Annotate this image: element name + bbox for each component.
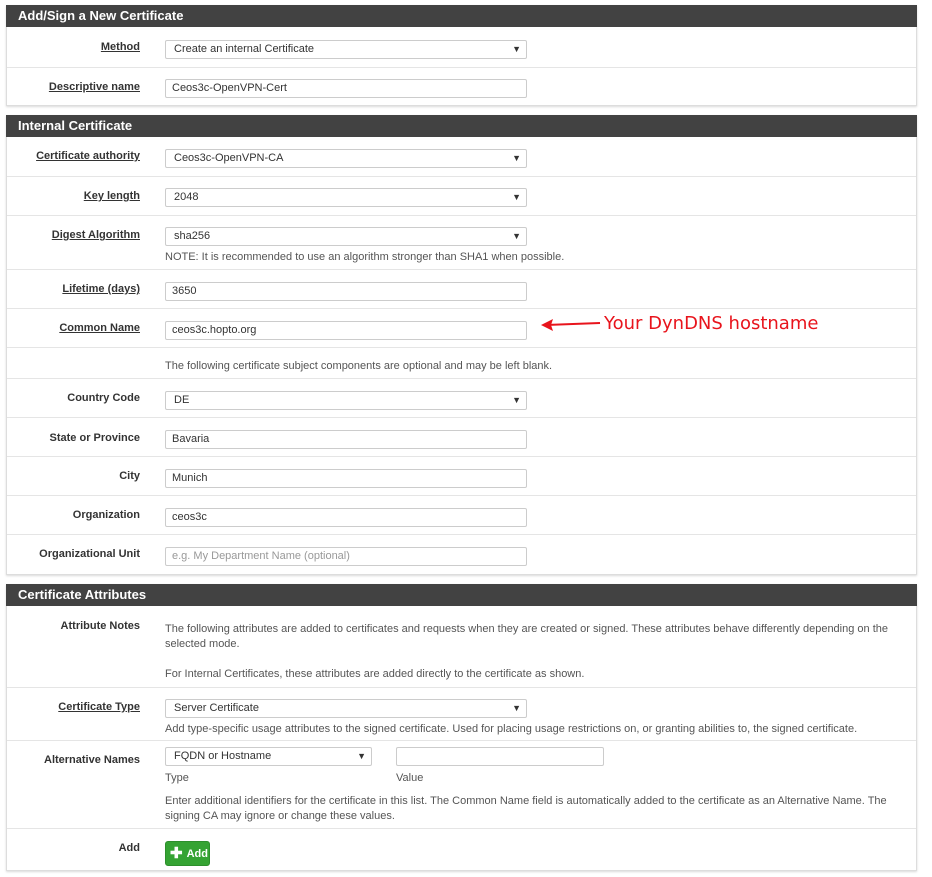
ca-row: Certificate authority Ceos3c-OpenVPN-CA …	[7, 137, 916, 176]
optional-note-row: The following certificate subject compon…	[7, 347, 916, 379]
country-label: Country Code	[67, 392, 140, 404]
alt-type-select[interactable]: FQDN or Hostname ▼	[165, 747, 372, 766]
country-row: Country Code DE ▼	[7, 378, 916, 418]
key-length-label: Key length	[83, 190, 140, 202]
common-name-label: Common Name	[59, 322, 140, 334]
city-row: City Munich	[7, 456, 916, 496]
panel-title: Internal Certificate	[6, 115, 917, 137]
attribute-notes-help-2: For Internal Certificates, these attribu…	[165, 668, 585, 680]
chevron-down-icon: ▼	[357, 751, 366, 761]
certificate-type-help: Add type-specific usage attributes to th…	[165, 723, 858, 735]
common-name-input[interactable]: ceos3c.hopto.org	[165, 321, 527, 340]
alt-value-input[interactable]	[396, 747, 604, 766]
organization-label: Organization	[72, 509, 140, 521]
chevron-down-icon: ▼	[512, 231, 521, 241]
add-button[interactable]: ✚ Add	[165, 841, 210, 866]
dyndns-annotation: Your DynDNS hostname	[604, 313, 819, 334]
state-input[interactable]: Bavaria	[165, 430, 527, 449]
city-label: City	[119, 470, 140, 482]
org-unit-label: Organizational Unit	[39, 548, 140, 560]
arrow-icon	[541, 319, 601, 331]
country-select[interactable]: DE ▼	[165, 391, 527, 410]
method-row: Method Create an internal Certificate ▼	[7, 27, 916, 67]
digest-row: Digest Algorithm sha256 ▼ NOTE: It is re…	[7, 215, 916, 270]
lifetime-input[interactable]: 3650	[165, 282, 527, 301]
alt-type-caption: Type	[165, 772, 189, 784]
digest-help: NOTE: It is recommended to use an algori…	[165, 251, 565, 263]
attribute-notes-help-1: The following attributes are added to ce…	[165, 623, 888, 650]
descriptive-name-row: Descriptive name Ceos3c-OpenVPN-Cert	[7, 67, 916, 107]
digest-label: Digest Algorithm	[51, 229, 140, 241]
lifetime-row: Lifetime (days) 3650	[7, 269, 916, 309]
add-sign-certificate-panel: Add/Sign a New Certificate Method Create…	[6, 5, 917, 106]
add-row: Add ✚ Add	[7, 828, 916, 871]
descriptive-name-label: Descriptive name	[48, 81, 140, 93]
organization-row: Organization ceos3c	[7, 495, 916, 535]
state-row: State or Province Bavaria	[7, 417, 916, 457]
digest-select[interactable]: sha256 ▼	[165, 227, 527, 246]
certificate-type-row: Certificate Type Server Certificate ▼ Ad…	[7, 687, 916, 741]
org-unit-row: Organizational Unit e.g. My Department N…	[7, 534, 916, 575]
plus-icon: ✚	[170, 845, 183, 862]
attribute-notes-label: Attribute Notes	[60, 620, 140, 632]
panel-title: Certificate Attributes	[6, 584, 917, 606]
certificate-type-select[interactable]: Server Certificate ▼	[165, 699, 527, 718]
ca-label: Certificate authority	[36, 150, 140, 162]
method-select[interactable]: Create an internal Certificate ▼	[165, 40, 527, 59]
organization-input[interactable]: ceos3c	[165, 508, 527, 527]
chevron-down-icon: ▼	[512, 44, 521, 54]
alternative-names-row: Alternative Names FQDN or Hostname ▼ Typ…	[7, 740, 916, 829]
chevron-down-icon: ▼	[512, 192, 521, 202]
add-label: Add	[118, 842, 140, 854]
method-label: Method	[100, 41, 140, 53]
descriptive-name-input[interactable]: Ceos3c-OpenVPN-Cert	[165, 79, 527, 98]
internal-certificate-panel: Internal Certificate Certificate authori…	[6, 115, 917, 575]
alternative-names-label: Alternative Names	[44, 754, 140, 766]
alternative-names-help: Enter additional identifiers for the cer…	[165, 795, 887, 822]
panel-title: Add/Sign a New Certificate	[6, 5, 917, 27]
chevron-down-icon: ▼	[512, 395, 521, 405]
key-length-row: Key length 2048 ▼	[7, 176, 916, 216]
optional-help: The following certificate subject compon…	[165, 360, 553, 372]
chevron-down-icon: ▼	[512, 153, 521, 163]
org-unit-input[interactable]: e.g. My Department Name (optional)	[165, 547, 527, 566]
alt-value-caption: Value	[396, 772, 424, 784]
city-input[interactable]: Munich	[165, 469, 527, 488]
chevron-down-icon: ▼	[512, 703, 521, 713]
ca-select[interactable]: Ceos3c-OpenVPN-CA ▼	[165, 149, 527, 168]
lifetime-label: Lifetime (days)	[62, 283, 140, 295]
certificate-attributes-panel: Certificate Attributes Attribute Notes T…	[6, 584, 917, 871]
key-length-select[interactable]: 2048 ▼	[165, 188, 527, 207]
state-label: State or Province	[49, 432, 140, 444]
attribute-notes-row: Attribute Notes The following attributes…	[7, 606, 916, 687]
certificate-type-label: Certificate Type	[58, 701, 140, 713]
